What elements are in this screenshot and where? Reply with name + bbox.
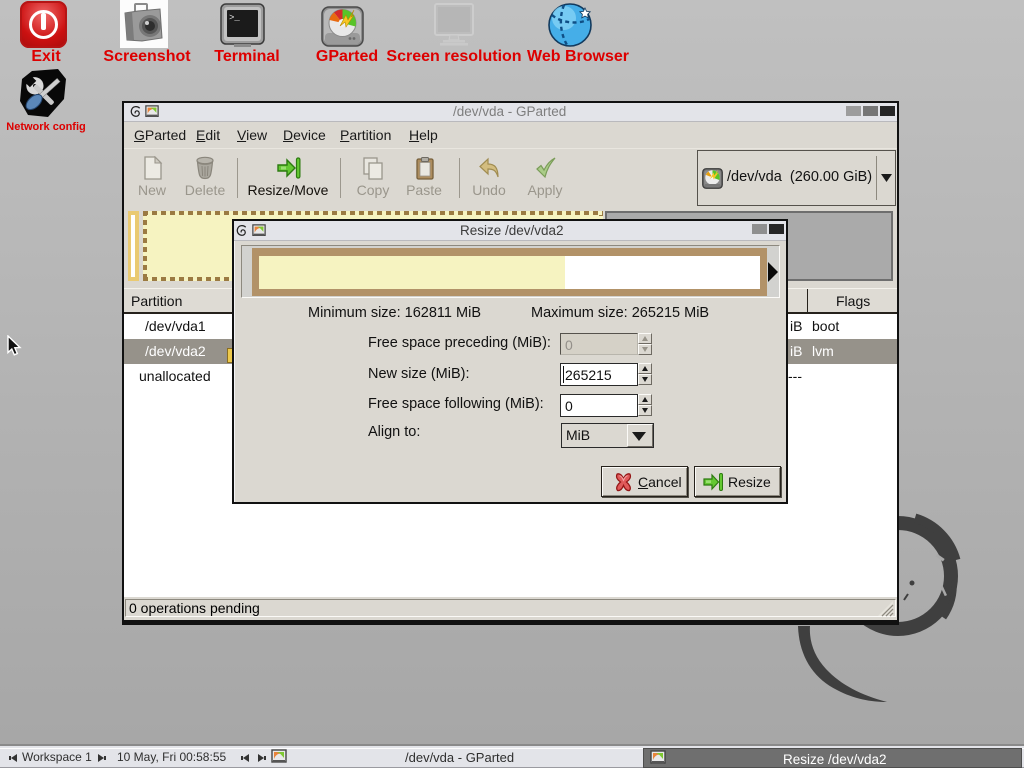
svg-text:>_: >_ xyxy=(229,13,240,23)
